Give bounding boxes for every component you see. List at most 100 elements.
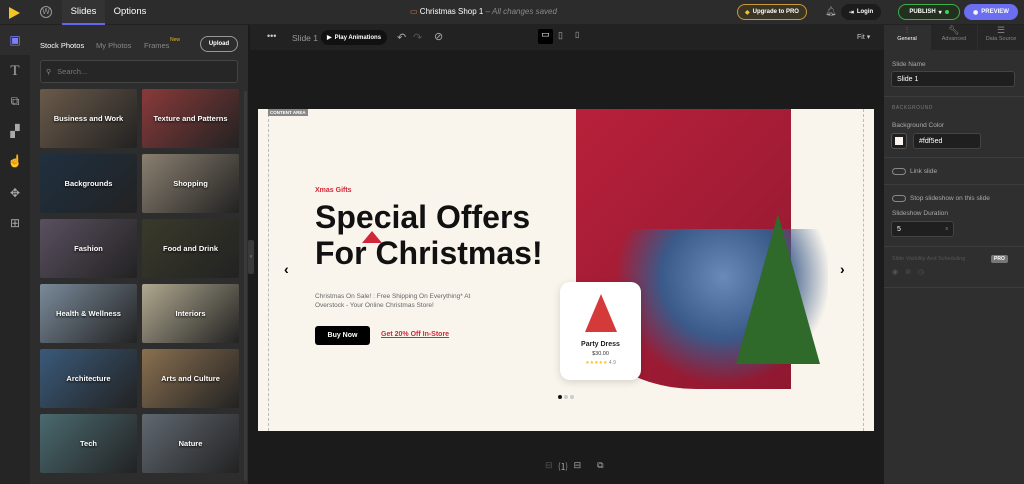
add-layer-icon[interactable]: ⊞: [0, 208, 30, 238]
product-title: Party Dress: [581, 341, 620, 348]
upload-button[interactable]: Upload: [200, 36, 238, 52]
slide-canvas[interactable]: CONTENT AREA Xmas Gifts Special Offers Fo…: [258, 109, 874, 431]
mobile-view-button[interactable]: ▯: [575, 30, 579, 39]
save-status: – All changes saved: [485, 7, 557, 16]
slide-name-input[interactable]: Slide 1: [891, 71, 1015, 87]
settings-panel: ⫶ General 🔧︎ Advanced ☰ Data Source Slide N…: [884, 25, 1024, 484]
tablet-view-button[interactable]: ▯: [558, 30, 563, 41]
buy-now-button[interactable]: Buy Now: [315, 326, 370, 345]
pagination-dots[interactable]: [558, 395, 574, 399]
product-price: $30.00: [592, 351, 609, 357]
photo-category-tile[interactable]: Food and Drink: [142, 219, 239, 278]
stop-slideshow-toggle[interactable]: [892, 195, 906, 202]
tab-advanced[interactable]: 🔧︎ Advanced: [931, 25, 977, 50]
desktop-view-button[interactable]: ▭: [538, 29, 553, 44]
link-slide-toggle[interactable]: [892, 168, 906, 175]
dress-icon: [584, 294, 617, 332]
preview-button[interactable]: ◉ PREVIEW: [964, 4, 1018, 20]
link-slide-label: Link slide: [910, 168, 938, 175]
photo-category-tile[interactable]: Arts and Culture: [142, 349, 239, 408]
hidden-icon[interactable]: ⊘: [905, 268, 911, 276]
tab-slides[interactable]: Slides: [62, 0, 105, 25]
gem-icon: ◆: [745, 9, 750, 16]
upgrade-pro-button[interactable]: ◆ Upgrade to PRO: [737, 4, 807, 20]
slide-number-icon[interactable]: ⑴: [559, 460, 568, 473]
more-icon[interactable]: •••: [267, 31, 276, 41]
canvas-toolbar: ••• Slide 1 ▶ Play Animations ↶ ↷ ⊘ ▭ ▯ ▯…: [250, 25, 884, 50]
duration-input[interactable]: 5s: [891, 221, 954, 237]
xmas-gifts-label: Xmas Gifts: [315, 187, 352, 194]
photo-category-tile[interactable]: Backgrounds: [40, 154, 137, 213]
slide-name-label: Slide Name: [892, 61, 926, 68]
next-slide-arrow[interactable]: ›: [840, 261, 845, 277]
play-icon: ▶: [326, 35, 332, 41]
monitor-icon: ▭: [410, 7, 418, 16]
panel-collapse-handle[interactable]: ‹: [248, 240, 254, 274]
chevron-down-icon: ▾: [938, 9, 942, 16]
photo-category-tile[interactable]: Architecture: [40, 349, 137, 408]
photo-category-tile[interactable]: Health & Wellness: [40, 284, 137, 343]
offer-link[interactable]: Get 20% Off In-Store: [381, 331, 449, 338]
santa-hat-icon: [362, 231, 382, 243]
zoom-fit-dropdown[interactable]: Fit ▾: [857, 33, 870, 41]
login-button[interactable]: ⇥ Login: [841, 4, 881, 20]
christmas-tree: [736, 214, 820, 364]
search-icon: ⚲: [46, 68, 52, 76]
project-title-group: ▭ Christmas Shop 1 – All changes saved: [410, 7, 557, 16]
tab-general[interactable]: ⫶ General: [884, 25, 930, 50]
notifications-icon[interactable]: 🔔︎: [825, 6, 836, 17]
slide-label: Slide 1: [292, 33, 318, 43]
search-input[interactable]: ⚲ Search...: [40, 60, 238, 83]
content-area-label: CONTENT AREA: [268, 109, 308, 116]
photo-category-tile[interactable]: Tech: [40, 414, 137, 473]
tab-my-photos[interactable]: My Photos: [96, 41, 131, 50]
redo-icon[interactable]: ↷: [413, 31, 422, 44]
photo-category-tile[interactable]: Interiors: [142, 284, 239, 343]
visibility-icons: ◉ ⊘ ◷: [892, 268, 924, 276]
stop-slideshow-label: Stop slideshow on this slide: [910, 195, 990, 202]
photo-category-tile[interactable]: Business and Work: [40, 89, 137, 148]
photo-category-tile[interactable]: Nature: [142, 414, 239, 473]
bg-color-input[interactable]: #fdf5ed: [913, 133, 981, 149]
elements-icon[interactable]: ▞: [0, 116, 30, 146]
bg-color-swatch[interactable]: [891, 133, 907, 149]
panel-scrollbar[interactable]: [244, 91, 247, 481]
add-after-icon[interactable]: ⊟: [574, 460, 582, 473]
tab-stock-photos[interactable]: Stock Photos: [40, 41, 84, 50]
publish-button[interactable]: PUBLISH ▾: [898, 4, 960, 20]
product-card[interactable]: Party Dress $30.00 ★★★★★ 4.9: [560, 282, 641, 380]
photo-category-tile[interactable]: Shopping: [142, 154, 239, 213]
eye-icon[interactable]: ◉: [892, 268, 898, 276]
sliders-icon: ⫶: [905, 25, 909, 35]
undo-icon[interactable]: ↶: [397, 31, 406, 44]
text-icon[interactable]: T: [0, 56, 30, 86]
pro-badge: PRO: [991, 255, 1008, 263]
wrench-icon: 🔧︎: [948, 25, 960, 35]
photo-category-tile[interactable]: Texture and Patterns: [142, 89, 239, 148]
duplicate-slide-icon[interactable]: ⧉: [597, 460, 603, 473]
rating-value: 4.9: [608, 360, 616, 366]
add-before-icon[interactable]: ⊟: [545, 460, 553, 473]
media-panel: Stock Photos My Photos Frames New Upload…: [30, 25, 248, 484]
app-logo[interactable]: [9, 7, 20, 19]
new-badge: New: [170, 37, 181, 43]
login-icon: ⇥: [848, 9, 854, 16]
database-icon: ☰: [996, 25, 1006, 35]
rating-stars: ★★★★★: [585, 360, 608, 366]
tab-options[interactable]: Options: [108, 0, 152, 25]
play-animations-button[interactable]: ▶ Play Animations: [321, 30, 387, 45]
button-icon[interactable]: ☝: [0, 146, 30, 176]
photos-icon[interactable]: ▣: [0, 25, 30, 55]
bg-color-label: Background Color: [892, 122, 945, 129]
video-icon[interactable]: ⧉: [0, 86, 30, 116]
tab-frames[interactable]: Frames: [144, 41, 169, 50]
project-title[interactable]: Christmas Shop 1: [420, 7, 484, 16]
wordpress-icon[interactable]: W: [40, 6, 52, 18]
tab-data-source[interactable]: ☰ Data Source: [978, 25, 1024, 50]
move-icon[interactable]: ✥: [0, 178, 30, 208]
visibility-label: Slide Visibility And Scheduling: [892, 256, 966, 262]
hide-icon[interactable]: ⊘: [434, 30, 443, 43]
clock-icon[interactable]: ◷: [918, 268, 924, 276]
photo-category-tile[interactable]: Fashion: [40, 219, 137, 278]
prev-slide-arrow[interactable]: ‹: [284, 261, 289, 277]
